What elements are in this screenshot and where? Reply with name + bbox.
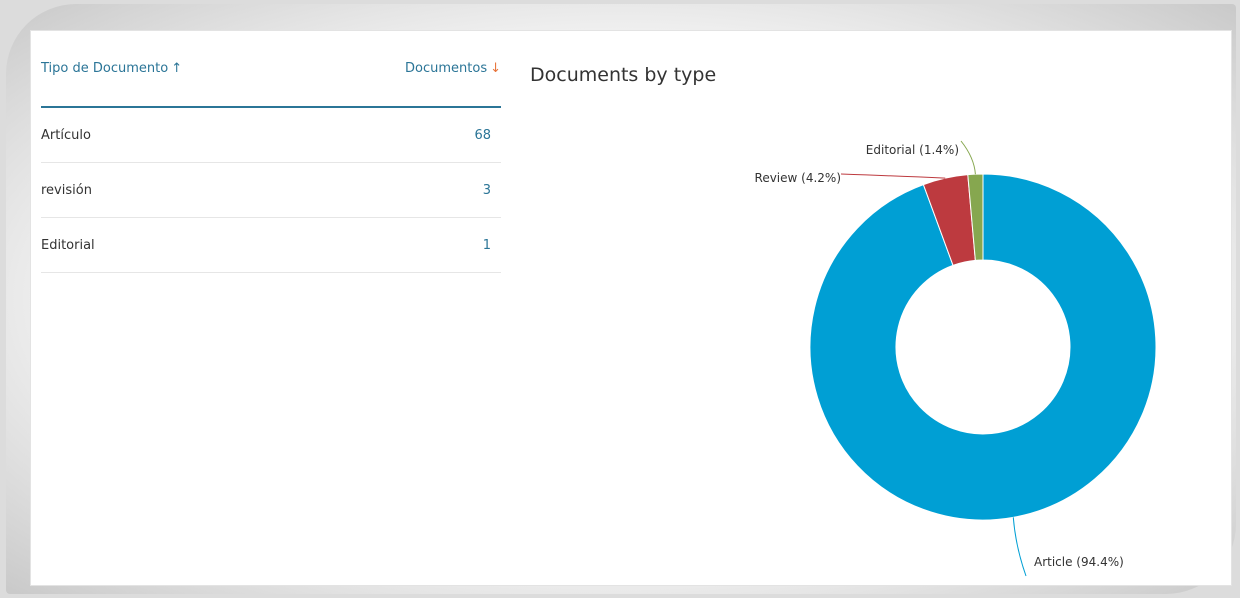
- connector-line: [840, 173, 946, 179]
- slice-label: Review (4.2%): [755, 171, 841, 185]
- connector-line: [1012, 517, 1027, 577]
- documents-panel: Tipo de Documento ↑ Documentos ↓ Artícul…: [30, 30, 1232, 586]
- slice-label: Editorial (1.4%): [866, 143, 959, 157]
- slice-label: Article (94.4%): [1034, 555, 1124, 569]
- donut-chart: Article (94.4%) Review (4.2%) Editorial (1…: [755, 140, 1157, 577]
- connector-line: [960, 140, 976, 175]
